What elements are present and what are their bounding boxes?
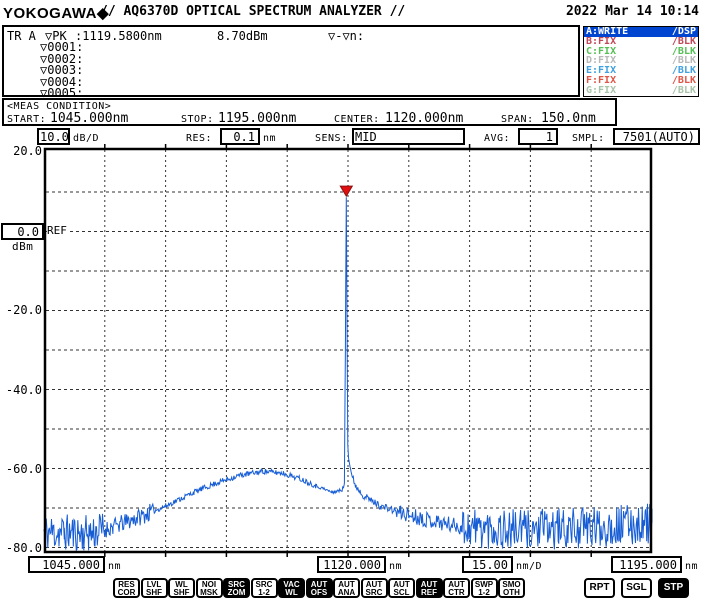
trace-label: TR A <box>7 30 36 42</box>
y-tick-label: -80.0 <box>0 542 42 555</box>
trace-row-g[interactable]: G:FIX/BLK <box>584 86 698 96</box>
y-tick-label: -20.0 <box>0 304 42 317</box>
sens-value-box[interactable]: MID <box>352 128 465 145</box>
avg-label: AVG: <box>484 134 510 144</box>
softkey-group: RES CORLVL SHFWL SHFNOI MSKSRC ZOMSRC 1-… <box>113 578 526 598</box>
app-title: // AQ6370D OPTICAL SPECTRUM ANALYZER // <box>100 5 405 18</box>
soft-button-aut-ofs[interactable]: AUT OFS <box>306 578 333 598</box>
marker-row: ▽0004: <box>4 77 580 89</box>
soft-button-aut-ref[interactable]: AUT REF <box>416 578 443 598</box>
soft-button-aut-src[interactable]: AUT SRC <box>361 578 388 598</box>
spectrum-plot-area[interactable] <box>44 148 652 553</box>
x-start-box[interactable]: 1045.000 <box>28 556 105 573</box>
soft-button-aut-scl[interactable]: AUT SCL <box>388 578 415 598</box>
soft-button-res-cor[interactable]: RES COR <box>113 578 140 598</box>
y-tick-label: -60.0 <box>0 463 42 476</box>
peak-marker-icon <box>340 186 352 196</box>
logo-text: YOKOGAWA <box>3 5 97 22</box>
soft-button-lvl-shf[interactable]: LVL SHF <box>141 578 168 598</box>
smpl-value-box[interactable]: 7501(AUTO) <box>613 128 700 145</box>
delta-marker-label: ▽-▽n: <box>328 30 364 42</box>
soft-button-aut-ctr[interactable]: AUT CTR <box>443 578 470 598</box>
single-sweep-button[interactable]: SGL <box>621 578 652 598</box>
trace-list-panel: A:WRITE/DSPB:FIX/BLKC:FIX/BLKD:FIX/BLKE:… <box>583 26 699 97</box>
ref-level-box[interactable]: 0.0 <box>1 223 44 240</box>
yokogawa-logo: YOKOGAWA◆ <box>3 4 109 22</box>
soft-button-src-1-2[interactable]: SRC 1-2 <box>251 578 278 598</box>
sens-label: SENS: <box>315 134 348 144</box>
peak-level: 8.70dBm <box>217 30 268 42</box>
trace-name: G:FIX <box>586 86 616 96</box>
ref-level-unit: dBm <box>12 242 33 252</box>
ref-line-label: REF <box>47 225 67 236</box>
marker-readout-panel: TR A ▽PK :1119.5800nm 8.70dBm ▽-▽n: ▽000… <box>2 25 580 97</box>
x-axis-labels: 1045.000 nm 1120.000 nm 15.00 nm/D 1195.… <box>0 555 701 575</box>
y-tick-label: -40.0 <box>0 384 42 397</box>
avg-value-box[interactable]: 1 <box>518 128 558 145</box>
x-start-unit: nm <box>108 562 121 572</box>
res-unit: nm <box>263 134 276 144</box>
res-value-box[interactable]: 0.1 <box>220 128 260 145</box>
res-label: RES: <box>186 134 212 144</box>
smpl-label: SMPL: <box>572 134 605 144</box>
center-label: CENTER: <box>334 115 380 125</box>
datetime: 2022 Mar 14 10:14 <box>566 5 699 18</box>
spectrum-plot <box>44 148 652 553</box>
soft-button-aut-ana[interactable]: AUT ANA <box>333 578 360 598</box>
span-value: 150.0nm <box>541 112 596 125</box>
soft-button-swp-1-2[interactable]: SWP 1-2 <box>471 578 498 598</box>
repeat-sweep-button[interactable]: RPT <box>584 578 615 598</box>
x-scale-unit: nm/D <box>516 562 542 572</box>
level-scale-box[interactable]: 10.0 <box>37 128 70 145</box>
marker-row-list: ▽0001:▽0002:▽0003:▽0004:▽0005: <box>4 42 580 100</box>
soft-button-noi-msk[interactable]: NOI MSK <box>196 578 223 598</box>
stop-value: 1195.000nm <box>218 112 296 125</box>
stop-sweep-button[interactable]: STP <box>658 578 689 598</box>
x-center-box[interactable]: 1120.000 <box>317 556 386 573</box>
start-label: START: <box>7 115 46 125</box>
trace-display-mode: /BLK <box>672 86 696 96</box>
x-scale-box[interactable]: 15.00 <box>462 556 513 573</box>
soft-button-wl-shf[interactable]: WL SHF <box>168 578 195 598</box>
soft-button-vac-wl[interactable]: VAC WL <box>278 578 305 598</box>
marker-row: ▽0002: <box>4 54 580 66</box>
marker-row: ▽0003: <box>4 65 580 77</box>
y-tick-label: 20.0 <box>0 145 42 158</box>
soft-button-src-zom[interactable]: SRC ZOM <box>223 578 250 598</box>
level-scale-unit: dB/D <box>73 134 99 144</box>
marker-row: ▽0001: <box>4 42 580 54</box>
center-value: 1120.000nm <box>385 112 463 125</box>
stop-label: STOP: <box>181 115 214 125</box>
start-value: 1045.000nm <box>50 112 128 125</box>
span-label: SPAN: <box>501 115 534 125</box>
x-stop-box[interactable]: 1195.000 <box>611 556 682 573</box>
meas-condition-panel: <MEAS CONDITION> START: 1045.000nm STOP:… <box>2 98 617 126</box>
peak-wavelength: :1119.5800nm <box>75 30 162 42</box>
soft-button-smo-oth[interactable]: SMO OTH <box>498 578 525 598</box>
softkey-bar: RES CORLVL SHFWL SHFNOI MSKSRC ZOMSRC 1-… <box>0 578 701 599</box>
header-bar: YOKOGAWA◆ // AQ6370D OPTICAL SPECTRUM AN… <box>0 0 701 24</box>
x-center-unit: nm <box>389 562 402 572</box>
x-stop-unit: nm <box>685 562 698 572</box>
